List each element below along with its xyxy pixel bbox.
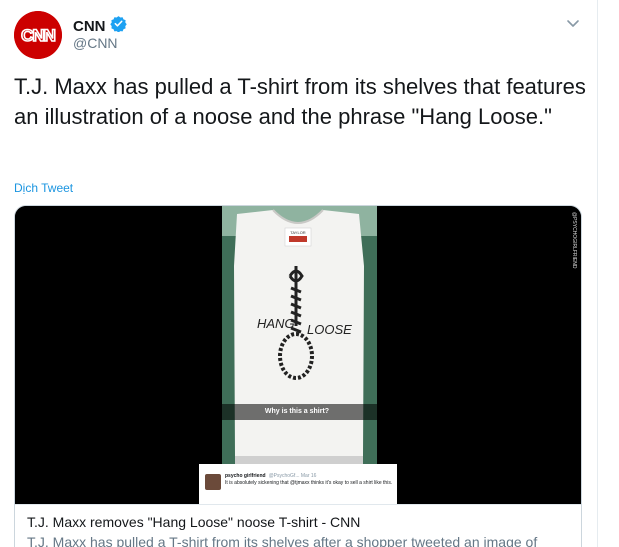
embedded-body: It is absolutely sickening that @tjmaxx … xyxy=(225,480,393,486)
svg-text:CNN: CNN xyxy=(21,26,56,45)
display-name[interactable]: CNN xyxy=(73,18,106,35)
card-description: T.J. Maxx has pulled a T-shirt from its … xyxy=(27,534,538,547)
svg-text:TAYLOR: TAYLOR xyxy=(290,230,306,235)
watermark: @PSYCHOGIRLFRIEND xyxy=(571,212,577,269)
tshirt-photo: TAYLOR HANG LOOSE xyxy=(15,206,581,504)
card-title[interactable]: T.J. Maxx removes "Hang Loose" noose T-s… xyxy=(27,514,360,530)
timeline-border xyxy=(597,0,598,547)
cnn-logo: CNN xyxy=(14,11,62,59)
translate-tweet-link[interactable]: Dịch Tweet xyxy=(14,181,73,195)
verified-badge-icon xyxy=(109,15,127,37)
card-divider xyxy=(15,504,581,505)
photo-caption: Why is this a shirt? xyxy=(215,404,379,420)
svg-text:LOOSE: LOOSE xyxy=(307,322,352,337)
chevron-down-icon[interactable] xyxy=(563,13,583,33)
embedded-tweet: psycho girlfriend @PsychoGf... Mar 16 It … xyxy=(199,464,397,504)
link-card[interactable]: TAYLOR HANG LOOSE Why is this a shirt? @… xyxy=(14,205,582,547)
card-image[interactable]: TAYLOR HANG LOOSE Why is this a shirt? @… xyxy=(15,206,581,504)
svg-text:HANG: HANG xyxy=(257,316,295,331)
avatar[interactable]: CNN xyxy=(14,11,62,59)
name-row: CNN xyxy=(73,15,127,37)
handle[interactable]: @CNN xyxy=(73,35,118,51)
tweet-text: T.J. Maxx has pulled a T-shirt from its … xyxy=(14,74,586,129)
embedded-avatar xyxy=(205,474,221,490)
embedded-name: psycho girlfriend @PsychoGf... Mar 16 xyxy=(225,473,317,479)
